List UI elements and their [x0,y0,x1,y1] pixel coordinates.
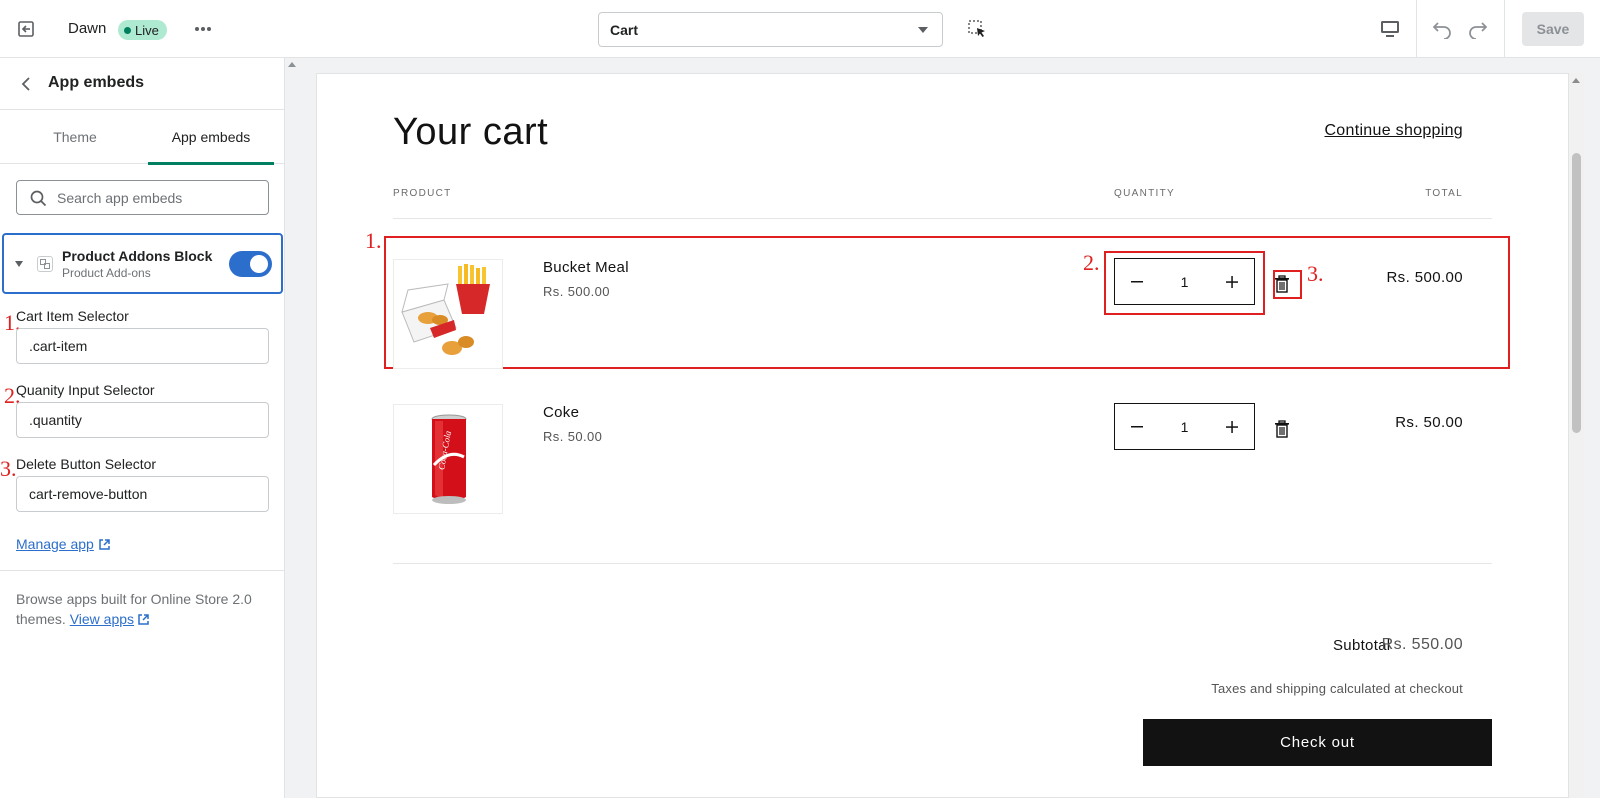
subtotal-value: Rs. 550.00 [1381,636,1463,653]
preview-scrollbar[interactable] [1569,73,1584,798]
store-preview: Your cart Continue shopping PRODUCT QUAN… [316,73,1569,798]
app-embed-subtitle: Product Add-ons [62,266,151,280]
theme-name: Dawn [68,20,107,37]
toolbar-divider [1416,0,1417,58]
minus-icon[interactable] [1115,259,1159,304]
trash-icon[interactable] [1274,275,1290,293]
search-icon [30,190,47,210]
more-actions-icon[interactable] [191,17,215,41]
exit-icon[interactable] [14,17,38,41]
manage-app-label: Manage app [16,536,94,552]
quantity-input[interactable]: 1 [1159,259,1210,304]
quantity-input[interactable]: 1 [1159,404,1210,449]
column-header-quantity: QUANTITY [1114,188,1175,199]
bucket-meal-image[interactable] [393,259,503,369]
tab-theme[interactable]: Theme [8,110,142,164]
chevron-down-icon [918,27,928,33]
scroll-up-icon[interactable] [288,62,296,67]
top-bar: Dawn Live Cart Save [0,0,1600,58]
template-select-value: Cart [610,21,639,38]
continue-shopping-link[interactable]: Continue shopping [1324,122,1463,140]
cart-item-highlight [384,236,1510,369]
product-name[interactable]: Bucket Meal [543,259,629,276]
checkout-button[interactable]: Check out [1143,719,1492,766]
back-arrow-icon[interactable] [14,72,38,96]
sidebar: App embeds Theme App embeds Search app e… [0,58,285,798]
manage-app-link[interactable]: Manage app [16,536,110,552]
plus-icon[interactable] [1210,404,1254,449]
column-header-total: TOTAL [1425,188,1463,199]
desktop-view-icon[interactable] [1377,17,1403,41]
live-status-badge: Live [118,20,167,40]
annotation-marker: 1. [365,228,382,253]
app-embed-card: Product Addons Block Product Add-ons [2,233,283,294]
delete-button-selector-label: Delete Button Selector [16,456,157,472]
undo-icon[interactable] [1430,17,1454,41]
search-placeholder: Search app embeds [57,189,183,206]
coke-image[interactable]: Coca-Cola [393,404,503,514]
column-header-product: PRODUCT [393,188,452,199]
live-badge-label: Live [135,22,159,38]
live-dot-icon [124,26,131,34]
trash-icon[interactable] [1274,420,1290,438]
minus-icon[interactable] [1115,404,1159,449]
external-link-icon [138,614,149,625]
line-total: Rs. 50.00 [1395,414,1463,431]
quantity-stepper: 1 [1114,403,1255,450]
quantity-stepper: 1 [1114,258,1255,305]
annotation-marker: 2. [1083,250,1100,275]
quantity-input-selector-label: Quanity Input Selector [16,382,155,398]
product-price: Rs. 500.00 [543,284,610,299]
line-total: Rs. 500.00 [1386,269,1463,286]
annotation-marker: 3. [0,456,17,481]
tab-app-embeds[interactable]: App embeds [148,110,274,165]
product-price: Rs. 50.00 [543,429,603,444]
browse-apps-description: Browse apps built for Online Store 2.0 t… [16,591,252,627]
delete-button-selector-input[interactable]: cart-remove-button [16,476,269,512]
caret-down-icon[interactable] [15,261,23,267]
scroll-up-icon[interactable] [1572,78,1580,83]
sidebar-header: App embeds [0,58,285,110]
sidebar-title: App embeds [48,74,145,91]
plus-icon[interactable] [1210,259,1254,304]
view-apps-link[interactable]: View apps [70,611,134,627]
divider [0,570,285,571]
inspector-select-icon[interactable] [965,17,989,41]
tax-note: Taxes and shipping calculated at checkou… [1211,681,1463,696]
redo-icon[interactable] [1466,17,1490,41]
template-select[interactable]: Cart [598,12,943,47]
app-block-icon [37,256,53,272]
product-name[interactable]: Coke [543,404,579,421]
divider [393,218,1492,219]
sidebar-tabs: Theme App embeds [0,110,285,165]
cart-item-selector-label: Cart Item Selector [16,308,129,324]
annotation-marker: 3. [1307,261,1324,286]
search-input[interactable]: Search app embeds [16,180,269,215]
app-embed-toggle[interactable] [229,251,272,277]
scrollbar-thumb[interactable] [1572,153,1581,433]
divider [393,563,1492,564]
sidebar-scrollbar[interactable] [286,58,298,798]
external-link-icon [99,538,110,550]
page-title: Your cart [393,111,549,153]
save-button[interactable]: Save [1522,12,1584,46]
toolbar-divider [1504,0,1505,58]
quantity-input-selector-input[interactable]: .quantity [16,402,269,438]
app-embed-name: Product Addons Block [62,248,213,264]
cart-item-selector-input[interactable]: .cart-item [16,328,269,364]
browse-apps-text: Browse apps built for Online Store 2.0 t… [16,589,266,629]
